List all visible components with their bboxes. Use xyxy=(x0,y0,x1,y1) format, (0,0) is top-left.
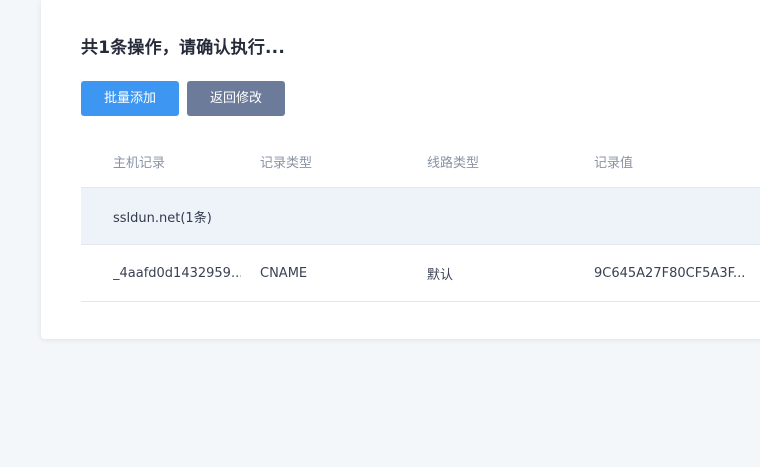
confirm-panel: 共1条操作，请确认执行... 批量添加 返回修改 主机记录 记录类型 线路类型 … xyxy=(41,0,760,339)
panel-title: 共1条操作，请确认执行... xyxy=(81,38,286,58)
record-host: _4aafd0d1432959... xyxy=(113,265,241,281)
domain-group-label: ssldun.net(1条) xyxy=(113,210,212,226)
table-row: _4aafd0d1432959... CNAME 默认 9C645A27F80C… xyxy=(81,245,760,302)
column-header-line: 线路类型 xyxy=(427,155,480,171)
table-header: 主机记录 记录类型 线路类型 记录值 xyxy=(81,135,760,188)
record-value: 9C645A27F80CF5A3F... xyxy=(594,265,746,281)
domain-group-row: ssldun.net(1条) xyxy=(81,188,760,245)
record-type: CNAME xyxy=(260,265,308,281)
back-edit-button[interactable]: 返回修改 xyxy=(187,81,285,116)
batch-add-button[interactable]: 批量添加 xyxy=(81,81,179,116)
column-header-type: 记录类型 xyxy=(260,155,313,171)
column-header-value: 记录值 xyxy=(594,155,634,171)
record-line: 默认 xyxy=(427,267,454,283)
column-header-host: 主机记录 xyxy=(113,155,166,171)
records-table: 主机记录 记录类型 线路类型 记录值 ssldun.net(1条) _4aafd… xyxy=(81,135,760,302)
